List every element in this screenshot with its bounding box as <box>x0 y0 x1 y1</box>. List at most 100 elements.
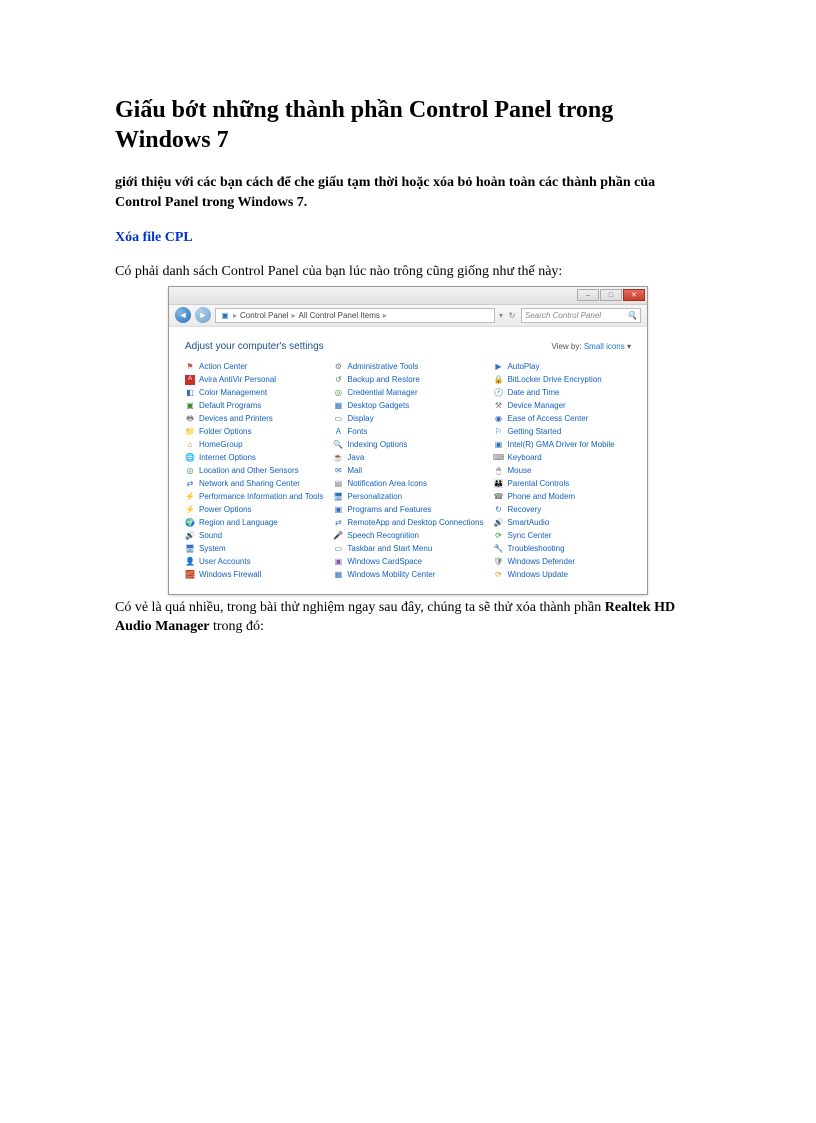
system-icon: 🖥 <box>185 544 195 554</box>
control-panel-icon: ▣ <box>220 310 230 320</box>
cp-item-default-programs[interactable]: ▣Default Programs <box>185 401 323 411</box>
cp-item-datetime[interactable]: 🕐Date and Time <box>493 388 631 398</box>
cp-item-avira[interactable]: AAvira AntiVir Personal <box>185 375 323 385</box>
java-icon: ☕ <box>333 453 343 463</box>
minimize-button[interactable]: – <box>577 289 599 301</box>
cp-item-taskbar[interactable]: ▭Taskbar and Start Menu <box>333 544 483 554</box>
avira-icon: A <box>185 375 195 385</box>
defender-icon: 🛡 <box>493 557 503 567</box>
search-placeholder: Search Control Panel <box>525 311 601 320</box>
gadget-icon: ▦ <box>333 401 343 411</box>
back-button[interactable]: ◄ <box>175 307 191 323</box>
cp-item-mouse[interactable]: 🖱Mouse <box>493 466 631 476</box>
location-icon: ◎ <box>185 466 195 476</box>
cp-item-credential[interactable]: ◎Credential Manager <box>333 388 483 398</box>
speech-icon: 🎤 <box>333 531 343 541</box>
cp-item-intel-gma[interactable]: ▣Intel(R) GMA Driver for Mobile <box>493 440 631 450</box>
cp-item-keyboard[interactable]: ⌨Keyboard <box>493 453 631 463</box>
cp-item-mobility[interactable]: ▦Windows Mobility Center <box>333 570 483 580</box>
refresh-icon[interactable]: ↻ <box>507 310 517 320</box>
address-bar[interactable]: ▣ ▸ Control Panel ▸ All Control Panel It… <box>215 308 495 323</box>
cp-item-indexing[interactable]: 🔍Indexing Options <box>333 440 483 450</box>
cp-item-update[interactable]: ⟳Windows Update <box>493 570 631 580</box>
cp-item-folder-options[interactable]: 📁Folder Options <box>185 427 323 437</box>
cp-item-color[interactable]: ◧Color Management <box>185 388 323 398</box>
breadcrumb-root[interactable]: Control Panel <box>240 311 288 320</box>
flag-icon: ⚑ <box>185 362 195 372</box>
window-titlebar: – □ ✕ <box>169 287 647 305</box>
cp-item-network[interactable]: ⇄Network and Sharing Center <box>185 479 323 489</box>
color-icon: ◧ <box>185 388 195 398</box>
cp-item-phone-modem[interactable]: ☎Phone and Modem <box>493 492 631 502</box>
cp-item-speech[interactable]: 🎤Speech Recognition <box>333 531 483 541</box>
cp-item-display[interactable]: ▭Display <box>333 414 483 424</box>
cp-item-programs-features[interactable]: ▣Programs and Features <box>333 505 483 515</box>
cp-item-cardspace[interactable]: ▣Windows CardSpace <box>333 557 483 567</box>
cp-item-mail[interactable]: ✉Mail <box>333 466 483 476</box>
maximize-button[interactable]: □ <box>600 289 622 301</box>
phone-icon: ☎ <box>493 492 503 502</box>
indexing-icon: 🔍 <box>333 440 343 450</box>
cp-item-devices-printers[interactable]: 🖶Devices and Printers <box>185 414 323 424</box>
cp-item-backup[interactable]: ↺Backup and Restore <box>333 375 483 385</box>
start-icon: ⚐ <box>493 427 503 437</box>
cardspace-icon: ▣ <box>333 557 343 567</box>
cp-item-getting-started[interactable]: ⚐Getting Started <box>493 427 631 437</box>
cp-item-notification[interactable]: ▤Notification Area Icons <box>333 479 483 489</box>
cp-item-performance[interactable]: ⚡Performance Information and Tools <box>185 492 323 502</box>
user-icon: 👤 <box>185 557 195 567</box>
chevron-right-icon: ▸ <box>383 311 387 320</box>
sync-icon: ⟳ <box>493 531 503 541</box>
printer-icon: 🖶 <box>185 414 195 424</box>
mobility-icon: ▦ <box>333 570 343 580</box>
cp-item-fonts[interactable]: AFonts <box>333 427 483 437</box>
power-icon: ⚡ <box>185 505 195 515</box>
sound-icon: 🔊 <box>185 531 195 541</box>
performance-icon: ⚡ <box>185 492 195 502</box>
mouse-icon: 🖱 <box>493 466 503 476</box>
cp-item-parental[interactable]: 👪Parental Controls <box>493 479 631 489</box>
cp-item-ease-access[interactable]: ◉Ease of Access Center <box>493 414 631 424</box>
device-icon: ⚒ <box>493 401 503 411</box>
cp-item-action-center[interactable]: ⚑Action Center <box>185 362 323 372</box>
programs-features-icon: ▣ <box>333 505 343 515</box>
cp-item-java[interactable]: ☕Java <box>333 453 483 463</box>
cp-item-system[interactable]: 🖥System <box>185 544 323 554</box>
cp-item-firewall[interactable]: 🧱Windows Firewall <box>185 570 323 580</box>
access-icon: ◉ <box>493 414 503 424</box>
tray-icon: ▤ <box>333 479 343 489</box>
breadcrumb-current[interactable]: All Control Panel Items <box>299 311 380 320</box>
search-input[interactable]: Search Control Panel 🔍 <box>521 308 641 323</box>
cp-item-sync[interactable]: ⟳Sync Center <box>493 531 631 541</box>
clock-icon: 🕐 <box>493 388 503 398</box>
cp-item-smartaudio[interactable]: 🔊SmartAudio <box>493 518 631 528</box>
cp-item-device-manager[interactable]: ⚒Device Manager <box>493 401 631 411</box>
section-heading-link[interactable]: Xóa file CPL <box>115 230 701 246</box>
cp-item-power[interactable]: ⚡Power Options <box>185 505 323 515</box>
cp-item-homegroup[interactable]: ⌂HomeGroup <box>185 440 323 450</box>
control-panel-grid: ⚑Action Center ⚙Administrative Tools ▶Au… <box>169 362 647 594</box>
cp-item-location[interactable]: ◎Location and Other Sensors <box>185 466 323 476</box>
cp-item-recovery[interactable]: ↻Recovery <box>493 505 631 515</box>
cp-item-sound[interactable]: 🔊Sound <box>185 531 323 541</box>
close-button[interactable]: ✕ <box>623 289 645 301</box>
paragraph-2: Có vẻ là quá nhiều, trong bài thử nghiệm… <box>115 598 701 637</box>
forward-button[interactable]: ► <box>195 307 211 323</box>
cp-item-admin-tools[interactable]: ⚙Administrative Tools <box>333 362 483 372</box>
cp-item-region[interactable]: 🌍Region and Language <box>185 518 323 528</box>
fonts-icon: A <box>333 427 343 437</box>
chevron-right-icon: ▸ <box>292 311 296 320</box>
cp-item-personalization[interactable]: 🖥Personalization <box>333 492 483 502</box>
explorer-navbar: ◄ ► ▣ ▸ Control Panel ▸ All Control Pane… <box>169 305 647 327</box>
display-icon: ▭ <box>333 414 343 424</box>
view-by-control[interactable]: View by: Small icons ▾ <box>552 342 631 351</box>
cp-item-internet-options[interactable]: 🌐Internet Options <box>185 453 323 463</box>
cp-item-gadgets[interactable]: ▦Desktop Gadgets <box>333 401 483 411</box>
cp-item-autoplay[interactable]: ▶AutoPlay <box>493 362 631 372</box>
cp-item-user-accounts[interactable]: 👤User Accounts <box>185 557 323 567</box>
cp-item-bitlocker[interactable]: 🔒BitLocker Drive Encryption <box>493 375 631 385</box>
view-by-value[interactable]: Small icons <box>584 342 625 351</box>
cp-item-remoteapp[interactable]: ⇄RemoteApp and Desktop Connections <box>333 518 483 528</box>
cp-item-troubleshoot[interactable]: 🔧Troubleshooting <box>493 544 631 554</box>
cp-item-defender[interactable]: 🛡Windows Defender <box>493 557 631 567</box>
